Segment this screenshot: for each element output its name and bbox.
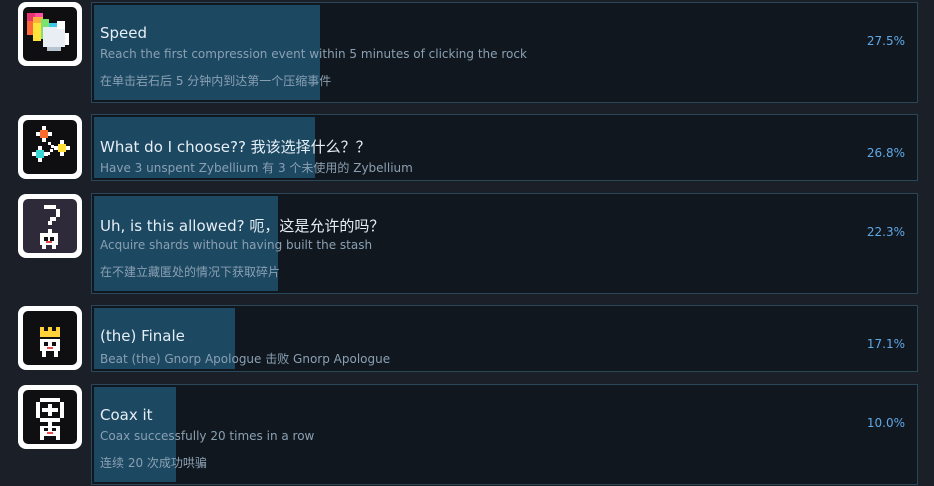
achievement-title: (the) Finale (100, 327, 185, 345)
achievement-title: Speed (100, 24, 148, 42)
achievement-title: Coax it (100, 406, 153, 424)
achievement-description: Beat (the) Gnorp Apologue 击败 Gnorp Apolo… (100, 352, 391, 366)
achievement-description-cn: 在单击岩石后 5 分钟内到达第一个压缩事件 (100, 74, 332, 88)
achievement-row: Coax it Coax successfully 20 times in a … (0, 382, 934, 486)
achievement-description: Coax successfully 20 times in a row (100, 429, 315, 443)
coax-gnorp-icon (18, 385, 82, 449)
achievement-description-cn: 在不建立藏匿处的情况下获取碎片 (100, 265, 281, 279)
achievement-description: Reach the first compression event within… (100, 47, 527, 61)
achievement-description: Acquire shards without having built the … (100, 238, 373, 252)
achievement-card[interactable]: Speed Reach the first compression event … (91, 2, 918, 103)
achievement-card[interactable]: Uh, is this allowed? 呃，这是允许的吗？ Acquire s… (91, 193, 918, 294)
unlock-percentage: 27.5% (866, 34, 905, 48)
achievement-card[interactable]: Coax it Coax successfully 20 times in a … (91, 384, 918, 485)
rainbow-rock-icon (18, 2, 82, 66)
question-gnorp-icon (18, 194, 82, 258)
achievement-title: What do I choose?? 我该选择什么？？ (100, 138, 371, 156)
achievement-title: Uh, is this allowed? 呃，这是允许的吗？ (100, 217, 385, 235)
crowned-gnorp-icon (18, 306, 82, 370)
unlock-percentage: 17.1% (866, 337, 905, 351)
achievement-row: What do I choose?? 我该选择什么？？ Have 3 unspe… (0, 112, 934, 188)
achievement-card[interactable]: (the) Finale Beat (the) Gnorp Apologue 击… (91, 305, 918, 372)
choice-stars-icon (18, 115, 82, 179)
achievement-row: Uh, is this allowed? 呃，这是允许的吗？ Acquire s… (0, 191, 934, 295)
achievement-row: (the) Finale Beat (the) Gnorp Apologue 击… (0, 303, 934, 379)
unlock-percentage: 10.0% (866, 416, 905, 430)
achievement-row: Speed Reach the first compression event … (0, 0, 934, 104)
achievement-description: Have 3 unspent Zybellium 有 3 个未使用的 Zybel… (100, 161, 413, 175)
unlock-percentage: 22.3% (866, 225, 905, 239)
achievement-description-cn: 连续 20 次成功哄骗 (100, 456, 207, 470)
achievement-card[interactable]: What do I choose?? 我该选择什么？？ Have 3 unspe… (91, 114, 918, 181)
unlock-percentage: 26.8% (866, 146, 905, 160)
